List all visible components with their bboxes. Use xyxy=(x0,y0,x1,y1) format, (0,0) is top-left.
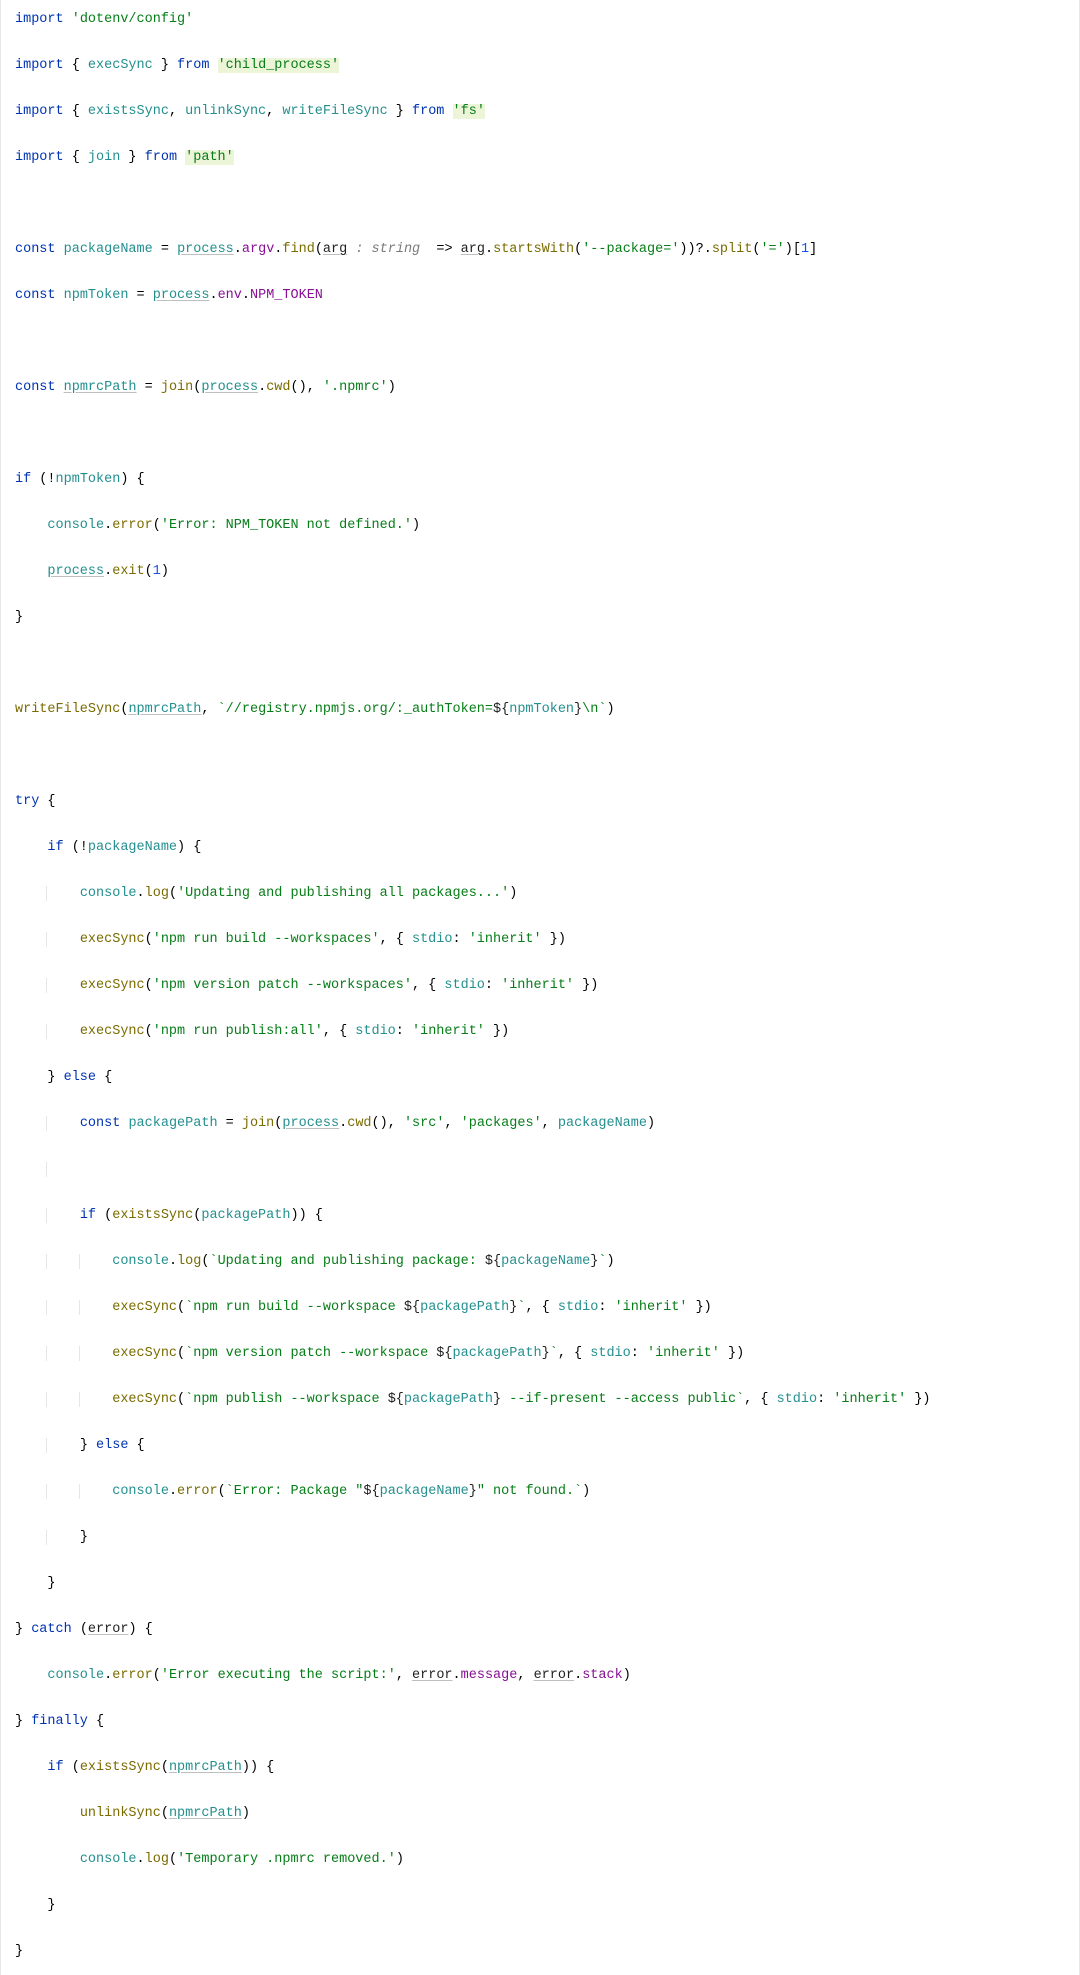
code-editor: import 'dotenv/config' import { execSync… xyxy=(0,0,1080,1975)
var-packageName: packageName xyxy=(64,242,153,257)
str-path: 'path' xyxy=(185,150,234,165)
var-npmToken: npmToken xyxy=(64,288,129,303)
str-child-process: 'child_process' xyxy=(218,58,340,73)
str-fs: 'fs' xyxy=(453,104,485,119)
str-dotenv: 'dotenv/config' xyxy=(72,12,194,27)
var-npmrcPath: npmrcPath xyxy=(64,380,137,395)
code-block[interactable]: import 'dotenv/config' import { execSync… xyxy=(15,8,1065,1963)
kw-import: import xyxy=(15,12,64,27)
var-packagePath: packagePath xyxy=(128,1116,217,1131)
